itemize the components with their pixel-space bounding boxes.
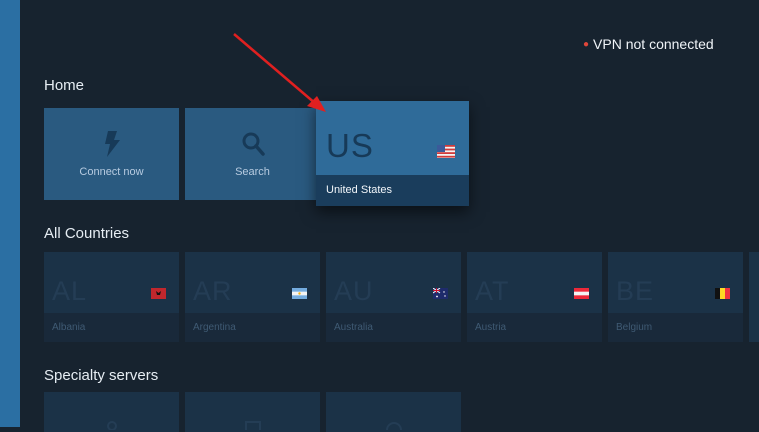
annotation-arrow-icon <box>233 33 326 112</box>
